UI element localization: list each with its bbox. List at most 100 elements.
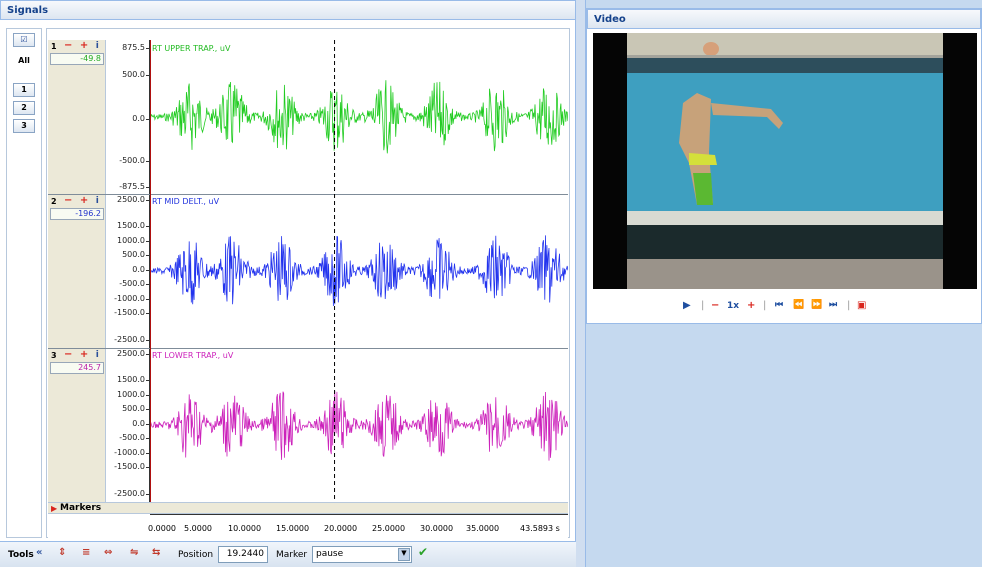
reset-icon[interactable]: ⇆: [152, 547, 160, 558]
step-back-icon[interactable]: ⏪: [793, 300, 804, 310]
collapse-tools-icon[interactable]: «: [36, 547, 42, 558]
channel-3-info: 3 − + i 245.7: [48, 349, 106, 502]
horizontal-zoom-icon[interactable]: ⇔: [104, 547, 112, 558]
skip-to-end-icon[interactable]: ⏭: [829, 300, 837, 310]
y-tick: 500.0: [122, 404, 149, 413]
vertical-zoom-icon[interactable]: ⇕: [58, 547, 66, 558]
y-tick: -1500.0: [114, 462, 149, 471]
channel-button-3[interactable]: 3: [13, 119, 35, 133]
channel-3-controls: − + i: [64, 349, 101, 360]
video-still-image: [593, 33, 977, 289]
channel-2-waveform: [150, 235, 568, 307]
y-tick: 875.5: [122, 43, 149, 52]
step-forward-icon[interactable]: ⏩: [811, 300, 822, 310]
y-tick: 0.0: [132, 114, 149, 123]
time-axis: 0.0000 5.0000 10.0000 15.0000 20.0000 25…: [48, 514, 568, 538]
video-frame[interactable]: [593, 33, 977, 289]
tools-toolbar: Tools « ⇕ ≡ ⇔ ⇋ ⇆ Position 19.2440 Marke…: [0, 541, 576, 567]
expand-arrow-icon[interactable]: ▶: [51, 504, 57, 513]
y-tick: 2500.0: [117, 195, 149, 204]
skip-to-start-icon[interactable]: ⏮: [775, 300, 783, 310]
channel-1-axis: 875.5 500.0 0.0 -500.0 -875.5: [106, 40, 150, 194]
channel-1-waveform: [150, 80, 568, 154]
y-tick: -1500.0: [114, 308, 149, 317]
align-icon[interactable]: ≡: [82, 547, 90, 558]
x-tick: 5.0000: [184, 524, 212, 533]
markers-bar[interactable]: ▶ Markers: [48, 502, 568, 514]
snapshot-icon[interactable]: ▣: [857, 300, 866, 311]
channel-number: 3: [51, 351, 57, 360]
play-icon[interactable]: ▶: [683, 300, 691, 311]
confirm-check-icon[interactable]: ✔: [418, 545, 428, 559]
info-icon[interactable]: i: [96, 196, 101, 206]
markers-label: Markers: [60, 503, 102, 513]
y-tick: 0.0: [132, 419, 149, 428]
x-tick: 43.5893 s: [520, 524, 560, 533]
zoom-out-icon[interactable]: −: [64, 349, 74, 360]
y-tick: -1000.0: [114, 294, 149, 303]
channel-2-info: 2 − + i -196.2: [48, 195, 106, 348]
x-tick: 15.0000: [276, 524, 310, 533]
tools-label: Tools: [8, 550, 34, 560]
channel-value: -49.8: [50, 53, 104, 65]
zoom-out-icon[interactable]: −: [64, 40, 74, 51]
channel-value: -196.2: [50, 208, 104, 220]
zoom-in-icon[interactable]: +: [80, 349, 90, 360]
y-tick: -1000.0: [114, 448, 149, 457]
y-tick: 500.0: [122, 250, 149, 259]
video-panel: Video ▶ | − 1x + | ⏮ ⏪ ⏩ ⏭ | ▣: [586, 8, 982, 324]
marker-select-value: pause: [316, 549, 344, 559]
channel-button-2[interactable]: 2: [13, 101, 35, 115]
y-tick: -500.0: [119, 433, 149, 442]
signals-panel-title: Signals: [0, 0, 576, 20]
playback-speed: 1x: [727, 301, 740, 311]
y-tick: 1000.0: [117, 390, 149, 399]
marker-label: Marker: [276, 550, 308, 560]
waveform-area[interactable]: [150, 40, 568, 502]
channel-button-1[interactable]: 1: [13, 83, 35, 97]
channel-2-controls: − + i: [64, 195, 101, 206]
y-tick: 1500.0: [117, 221, 149, 230]
y-tick: -500.0: [119, 279, 149, 288]
y-tick: -2500.0: [114, 335, 149, 344]
position-label: Position: [178, 550, 214, 560]
position-input[interactable]: 19.2440: [218, 546, 268, 563]
y-tick: 1500.0: [117, 375, 149, 384]
slower-icon[interactable]: −: [711, 300, 719, 311]
y-tick: -875.5: [119, 182, 149, 191]
zoom-in-icon[interactable]: +: [80, 40, 90, 51]
video-panel-title: Video: [587, 9, 981, 29]
channel-1-info: 1 − + i -49.8: [48, 40, 106, 194]
channel-number: 2: [51, 197, 57, 206]
y-tick: 500.0: [122, 70, 149, 79]
y-tick: 0.0: [132, 265, 149, 274]
fit-icon[interactable]: ⇋: [130, 547, 138, 558]
chevron-down-icon[interactable]: ▼: [398, 548, 410, 561]
x-tick: 25.0000: [372, 524, 406, 533]
marker-select[interactable]: pause ▼: [312, 546, 412, 563]
y-tick: 1000.0: [117, 236, 149, 245]
select-channels-icon[interactable]: ☑: [13, 33, 35, 47]
panel-splitter[interactable]: [576, 0, 586, 567]
y-tick: 2500.0: [117, 349, 149, 358]
info-icon[interactable]: i: [96, 350, 101, 360]
x-tick: 10.0000: [228, 524, 262, 533]
channel-value: 245.7: [50, 362, 104, 374]
signals-panel: Signals ☑ All 1 2 3 1 − + i -49.8 875.5 …: [0, 0, 576, 567]
y-tick: -2500.0: [114, 489, 149, 498]
zoom-out-icon[interactable]: −: [64, 195, 74, 206]
channel-number: 1: [51, 42, 57, 51]
all-channels-button[interactable]: All: [13, 55, 35, 69]
zoom-in-icon[interactable]: +: [80, 195, 90, 206]
channel-3-waveform: [150, 390, 568, 461]
channel-rail: ☑ All 1 2 3: [6, 28, 42, 538]
y-tick: -500.0: [119, 156, 149, 165]
channel-2-axis: 2500.0 1500.0 1000.0 500.0 0.0 -500.0 -1…: [106, 195, 150, 348]
x-tick: 0.0000: [148, 524, 176, 533]
channel-3-axis: 2500.0 1500.0 1000.0 500.0 0.0 -500.0 -1…: [106, 349, 150, 502]
info-icon[interactable]: i: [96, 41, 101, 51]
x-tick: 30.0000: [420, 524, 454, 533]
faster-icon[interactable]: +: [747, 300, 755, 311]
x-tick: 35.0000: [466, 524, 500, 533]
video-controls: ▶ | − 1x + | ⏮ ⏪ ⏩ ⏭ | ▣: [683, 300, 867, 311]
